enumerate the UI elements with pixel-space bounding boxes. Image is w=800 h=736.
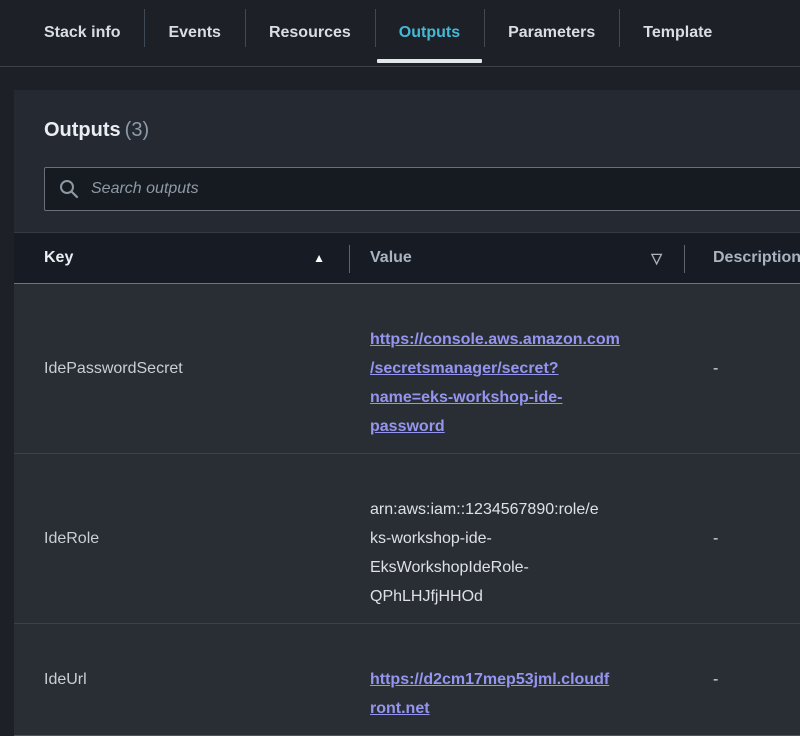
outputs-table: Key ▲ Value ▽ Description IdePasswordSec… (14, 232, 800, 735)
output-value-link[interactable]: https://d2cm17mep53jml.cloudf ront.net (370, 671, 609, 717)
output-value: https://d2cm17mep53jml.cloudf ront.net (349, 636, 684, 723)
output-description: - (684, 671, 800, 689)
tab-stack-info[interactable]: Stack info (20, 0, 144, 66)
output-key: IdeUrl (14, 671, 349, 689)
output-key: IdeRole (14, 530, 349, 548)
tab-template[interactable]: Template (619, 0, 736, 66)
tab-label: Template (643, 24, 712, 42)
panel-title-text: Outputs (44, 119, 121, 141)
column-label-description: Description (713, 249, 800, 267)
tab-label: Events (168, 24, 220, 42)
outputs-panel-header: Outputs(3) (14, 90, 800, 167)
output-value-link[interactable]: https://console.aws.amazon.com /secretsm… (370, 331, 620, 435)
output-description: - (684, 360, 800, 378)
tab-label: Resources (269, 24, 351, 42)
tab-resources[interactable]: Resources (245, 0, 375, 66)
column-label-key: Key (44, 249, 73, 267)
table-row-ide-role: IdeRole arn:aws:iam::1234567890:role/e k… (14, 453, 800, 623)
table-row-ide-password-secret: IdePasswordSecret https://console.aws.am… (14, 284, 800, 453)
output-value: https://console.aws.amazon.com /secretsm… (349, 296, 684, 441)
search-outputs-box (44, 167, 800, 211)
column-header-key[interactable]: Key ▲ (14, 233, 349, 283)
column-header-description[interactable]: Description (684, 233, 800, 283)
panel-title: Outputs(3) (44, 117, 800, 144)
output-value: arn:aws:iam::1234567890:role/e ks-worksh… (349, 466, 684, 611)
tab-label: Stack info (44, 24, 120, 42)
outputs-table-header: Key ▲ Value ▽ Description (14, 232, 800, 284)
output-value-text: arn:aws:iam::1234567890:role/e ks-worksh… (370, 501, 599, 605)
column-label-value: Value (370, 249, 412, 267)
tab-label: Parameters (508, 24, 595, 42)
output-key: IdePasswordSecret (14, 360, 349, 378)
outputs-filter-row (14, 167, 800, 211)
search-outputs-input[interactable] (44, 167, 800, 211)
stack-detail-page: Stack info Events Resources Outputs Para… (0, 0, 800, 67)
tab-label: Outputs (399, 24, 460, 42)
tab-parameters[interactable]: Parameters (484, 0, 619, 66)
tab-outputs[interactable]: Outputs (375, 0, 484, 66)
stack-tabs: Stack info Events Resources Outputs Para… (0, 0, 800, 67)
output-description: - (684, 530, 800, 548)
column-header-value[interactable]: Value ▽ (349, 233, 684, 283)
tab-events[interactable]: Events (144, 0, 244, 66)
sort-ascending-icon[interactable]: ▲ (313, 252, 325, 264)
outputs-panel: Outputs(3) Key ▲ Value ▽ (14, 90, 800, 736)
table-row-ide-url: IdeUrl https://d2cm17mep53jml.cloudf ron… (14, 623, 800, 735)
sort-descending-icon[interactable]: ▽ (651, 251, 662, 265)
outputs-table-body: IdePasswordSecret https://console.aws.am… (14, 284, 800, 735)
outputs-count-badge: (3) (125, 119, 149, 141)
